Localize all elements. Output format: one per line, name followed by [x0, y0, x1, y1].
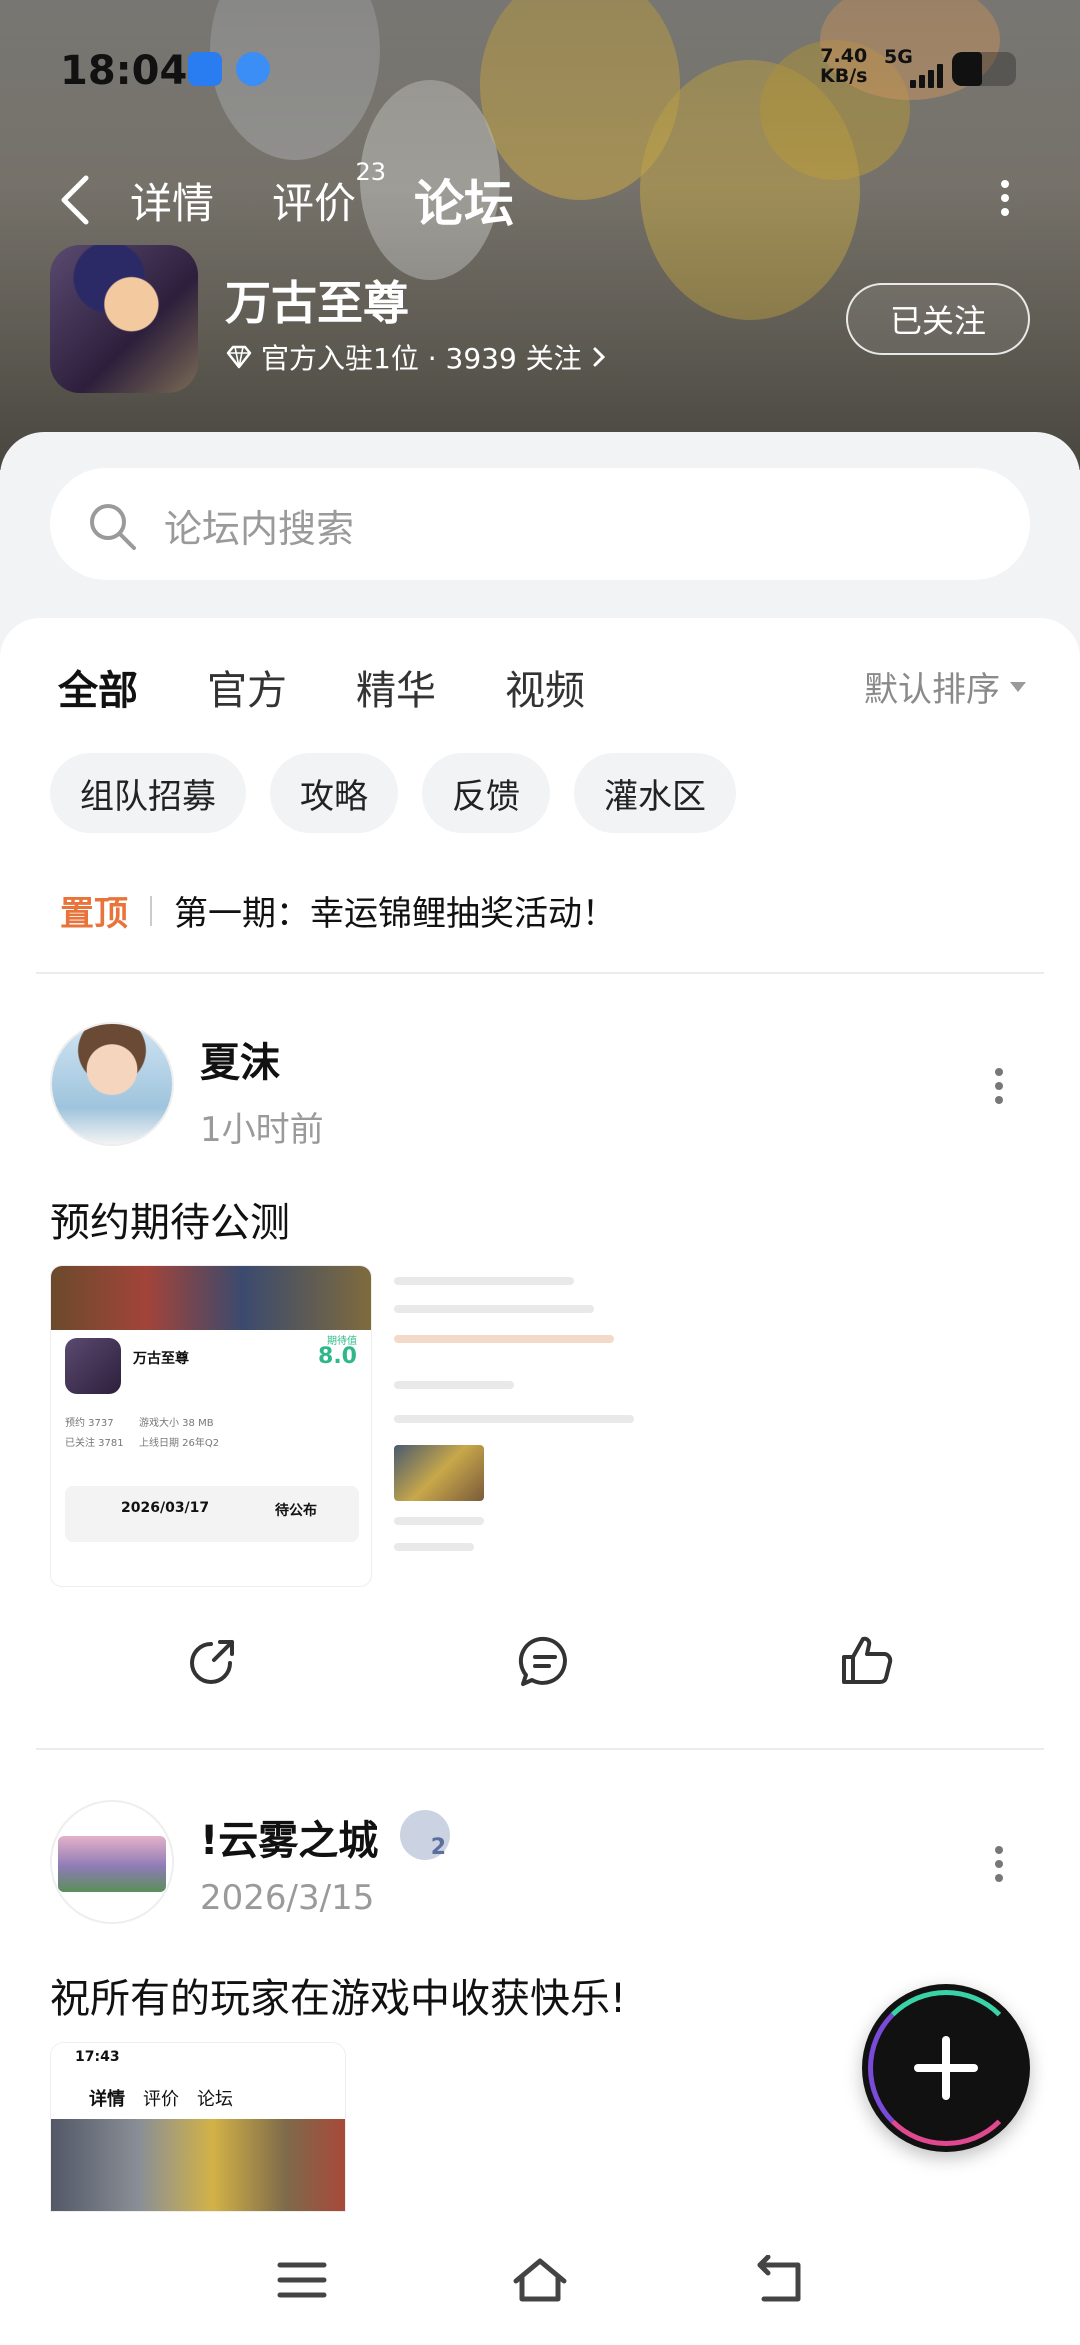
app-info: 万古至尊 官方入驻1位 · 3939 关注 已关注 — [0, 245, 1080, 405]
diamond-icon — [226, 345, 252, 369]
post-image[interactable]: 万古至尊 期待值 8.0 预约 3737 游戏大小 38 MB 已关注 3781… — [50, 1265, 372, 1587]
chip-chat[interactable]: 灌水区 — [574, 753, 736, 833]
plus-icon — [914, 2036, 978, 2100]
sort-dropdown[interactable]: 默认排序 — [864, 662, 1026, 711]
post-author[interactable]: !云雾之城 — [200, 1808, 378, 1866]
post-text[interactable]: 祝所有的玩家在游戏中收获快乐! — [50, 1966, 626, 2024]
like-icon[interactable] — [836, 1630, 898, 1692]
top-nav: 详情 评价 23 论坛 — [0, 150, 1080, 250]
app-name: 万古至尊 — [225, 276, 409, 330]
post-image[interactable]: 17:43 详情 评价 论坛 — [50, 2042, 346, 2212]
app-meta-text: 官方入驻1位 · 3939 关注 — [261, 342, 582, 375]
more-icon[interactable] — [990, 180, 1020, 220]
signal-icon — [900, 64, 943, 88]
filter-tab-official[interactable]: 官方 — [207, 658, 287, 716]
divider — [36, 1748, 1044, 1750]
search-icon — [90, 504, 136, 550]
filter-tab-all[interactable]: 全部 — [58, 658, 138, 718]
post-time: 1小时前 — [200, 1110, 324, 1150]
tab-reviews[interactable]: 评价 23 — [272, 158, 386, 231]
back-nav-icon[interactable] — [750, 2255, 810, 2305]
avatar[interactable] — [50, 1800, 174, 1924]
comment-icon[interactable] — [514, 1630, 576, 1692]
header-banner: 18:04 7.40 KB/s 5G 详情 评价 23 论坛 万古至尊 官方入驻… — [0, 0, 1080, 470]
battery-icon — [952, 52, 1016, 86]
filter-tab-featured[interactable]: 精华 — [356, 658, 436, 716]
status-time: 18:04 — [60, 48, 188, 94]
menu-icon[interactable] — [272, 2255, 332, 2305]
tab-details[interactable]: 详情 — [130, 170, 214, 231]
chevron-right-icon — [593, 347, 605, 367]
back-icon[interactable] — [56, 170, 96, 230]
home-icon[interactable] — [510, 2255, 570, 2305]
system-nav-bar — [0, 2215, 1080, 2345]
follow-button[interactable]: 已关注 — [846, 283, 1030, 355]
status-bar: 18:04 7.40 KB/s 5G — [0, 40, 1080, 100]
app-meta[interactable]: 官方入驻1位 · 3939 关注 — [225, 337, 608, 377]
app-icon[interactable] — [50, 245, 198, 393]
new-post-button[interactable] — [862, 1984, 1030, 2152]
filter-tabs: 全部 官方 精华 视频 默认排序 — [0, 648, 1080, 728]
level-badge-icon — [400, 1810, 450, 1860]
chip-guides[interactable]: 攻略 — [270, 753, 398, 833]
post-time: 2026/3/15 — [200, 1878, 375, 1918]
post-actions — [0, 1630, 1080, 1710]
avatar[interactable] — [50, 1022, 174, 1146]
notification-browser-icon — [236, 52, 270, 86]
chip-feedback[interactable]: 反馈 — [422, 753, 550, 833]
share-icon[interactable] — [182, 1630, 244, 1692]
post-more-icon[interactable] — [993, 1846, 1005, 1886]
post-text[interactable]: 预约期待公测 — [50, 1190, 290, 1248]
pinned-post[interactable]: 置顶 第一期：幸运锦鲤抽奖活动！ — [60, 886, 616, 935]
notification-app-icon — [188, 52, 222, 86]
filter-tab-video[interactable]: 视频 — [505, 658, 585, 716]
tab-forum[interactable]: 论坛 — [414, 164, 514, 236]
divider — [36, 972, 1044, 974]
chip-team-recruit[interactable]: 组队招募 — [50, 753, 246, 833]
pinned-title: 第一期：幸运锦鲤抽奖活动！ — [174, 894, 616, 934]
net-speed: 7.40 KB/s — [820, 45, 868, 87]
search-placeholder: 论坛内搜索 — [164, 507, 355, 551]
post-more-icon[interactable] — [993, 1068, 1005, 1108]
category-chips: 组队招募 攻略 反馈 灌水区 — [50, 753, 736, 833]
review-count: 23 — [355, 158, 387, 186]
post-author[interactable]: 夏沫 — [200, 1030, 280, 1088]
post-image[interactable] — [388, 1265, 710, 1587]
pinned-tag: 置顶 — [60, 894, 128, 934]
caret-down-icon — [1010, 681, 1026, 692]
search-input[interactable]: 论坛内搜索 — [50, 468, 1030, 580]
